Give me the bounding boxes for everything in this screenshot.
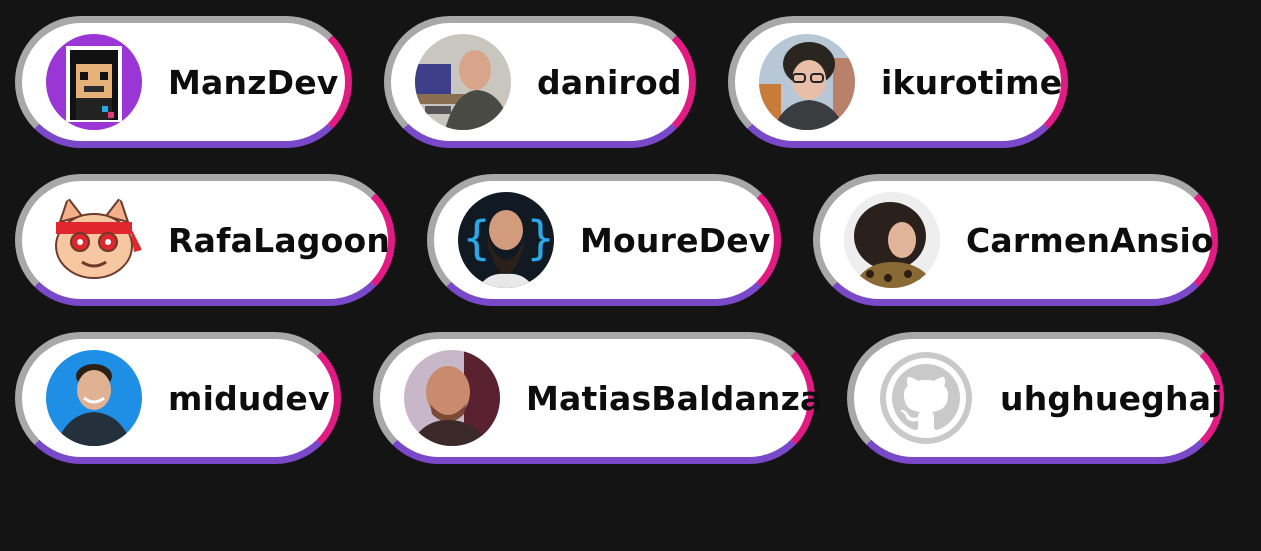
contributor-name: CarmenAnsio [966,220,1214,260]
contributor-name: ikurotime [881,62,1063,102]
contributor-name: RafaLagoon [168,220,391,260]
contributor-card-mouredev[interactable]: { } MoureDev [427,174,781,306]
contributor-card-midudev[interactable]: midudev [15,332,341,464]
cartoon-cat-avatar-icon [46,192,142,288]
contributor-name: ManzDev [168,62,339,102]
contributor-name: danirod [537,62,682,102]
github-default-avatar-icon [878,350,974,446]
contributors-row-1: ManzDev danirod ikurotime [15,16,1068,148]
contributors-row-2: RafaLagoon { } MoureDev CarmenAnsio [15,174,1218,306]
contributor-name: midudev [168,378,330,418]
photo-avatar-icon [46,350,142,446]
contributor-card-danirod[interactable]: danirod [384,16,696,148]
contributor-name: uhghueghaj [1000,378,1223,418]
photo-avatar-icon [759,34,855,130]
photo-avatar-icon [415,34,511,130]
svg-text:}: } [526,211,554,265]
contributor-card-ikurotime[interactable]: ikurotime [728,16,1068,148]
contributor-card-carmenansio[interactable]: CarmenAnsio [813,174,1218,306]
contributors-row-3: midudev MatiasBaldanza uhghueghaj [15,332,1224,464]
photo-avatar-icon [404,350,500,446]
contributor-card-manzdev[interactable]: ManzDev [15,16,352,148]
contributor-name: MoureDev [580,220,771,260]
contributor-card-rafalagoon[interactable]: RafaLagoon [15,174,395,306]
pixel-art-avatar-icon [46,34,142,130]
contributor-card-matiasbaldanza[interactable]: MatiasBaldanza [373,332,822,464]
contributor-name: MatiasBaldanza [526,378,823,418]
contributor-card-uhghueghaj[interactable]: uhghueghaj [847,332,1224,464]
photo-avatar-icon [844,192,940,288]
svg-text:{: { [462,211,491,265]
photo-avatar-icon: { } [458,192,554,288]
